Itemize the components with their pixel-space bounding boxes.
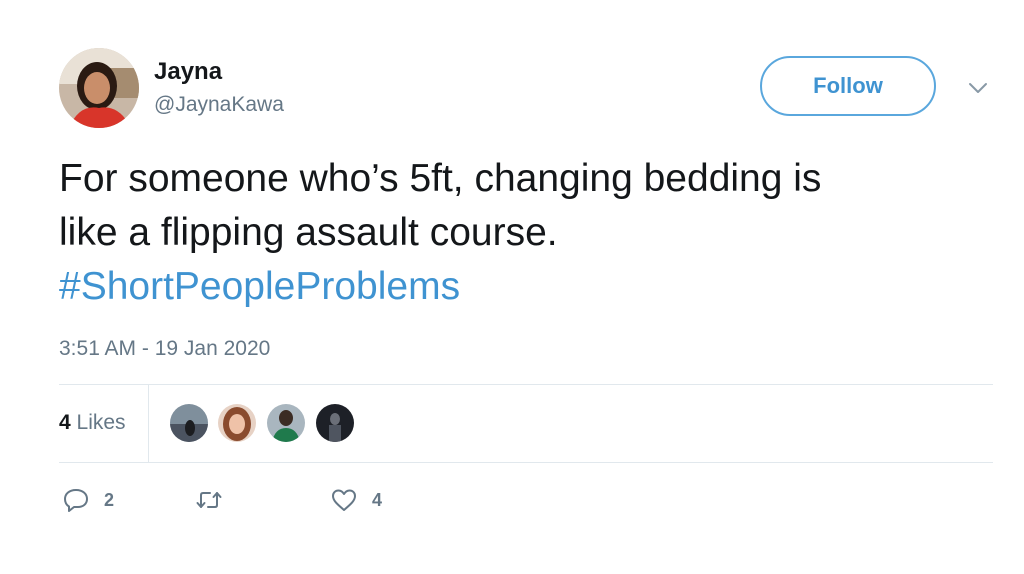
author-avatar[interactable] <box>59 48 139 128</box>
likes-count: 4 <box>59 411 71 434</box>
liker-avatar[interactable] <box>316 404 354 442</box>
likes-stat[interactable]: 4 Likes <box>59 411 126 435</box>
author-name[interactable]: Jayna <box>154 58 222 86</box>
liker-avatar[interactable] <box>267 404 305 442</box>
avatar-image <box>59 48 139 128</box>
tweet-text-line: For someone who’s 5ft, changing bedding … <box>59 157 822 200</box>
follow-button[interactable]: Follow <box>760 56 936 116</box>
like-count: 4 <box>372 489 383 510</box>
retweet-button[interactable] <box>195 486 237 514</box>
liker-avatar[interactable] <box>170 404 208 442</box>
chevron-down-icon[interactable] <box>966 78 990 98</box>
divider <box>59 462 993 463</box>
liker-avatar[interactable] <box>218 404 256 442</box>
tweet-text-line: like a flipping assault course. <box>59 211 558 254</box>
likes-label: Likes <box>76 411 126 434</box>
retweet-icon <box>196 492 222 508</box>
hashtag-link[interactable]: #ShortPeopleProblems <box>59 260 999 314</box>
divider <box>148 385 149 463</box>
heart-icon <box>332 489 356 511</box>
author-handle[interactable]: @JaynaKawa <box>154 93 284 117</box>
tweet-timestamp[interactable]: 3:51 AM - 19 Jan 2020 <box>59 337 270 361</box>
reply-icon <box>64 489 88 512</box>
reply-count: 2 <box>104 489 115 510</box>
reply-button[interactable]: 2 <box>62 486 114 514</box>
divider <box>59 384 993 385</box>
like-button[interactable]: 4 <box>330 486 382 514</box>
tweet-text: For someone who’s 5ft, changing bedding … <box>59 152 999 314</box>
